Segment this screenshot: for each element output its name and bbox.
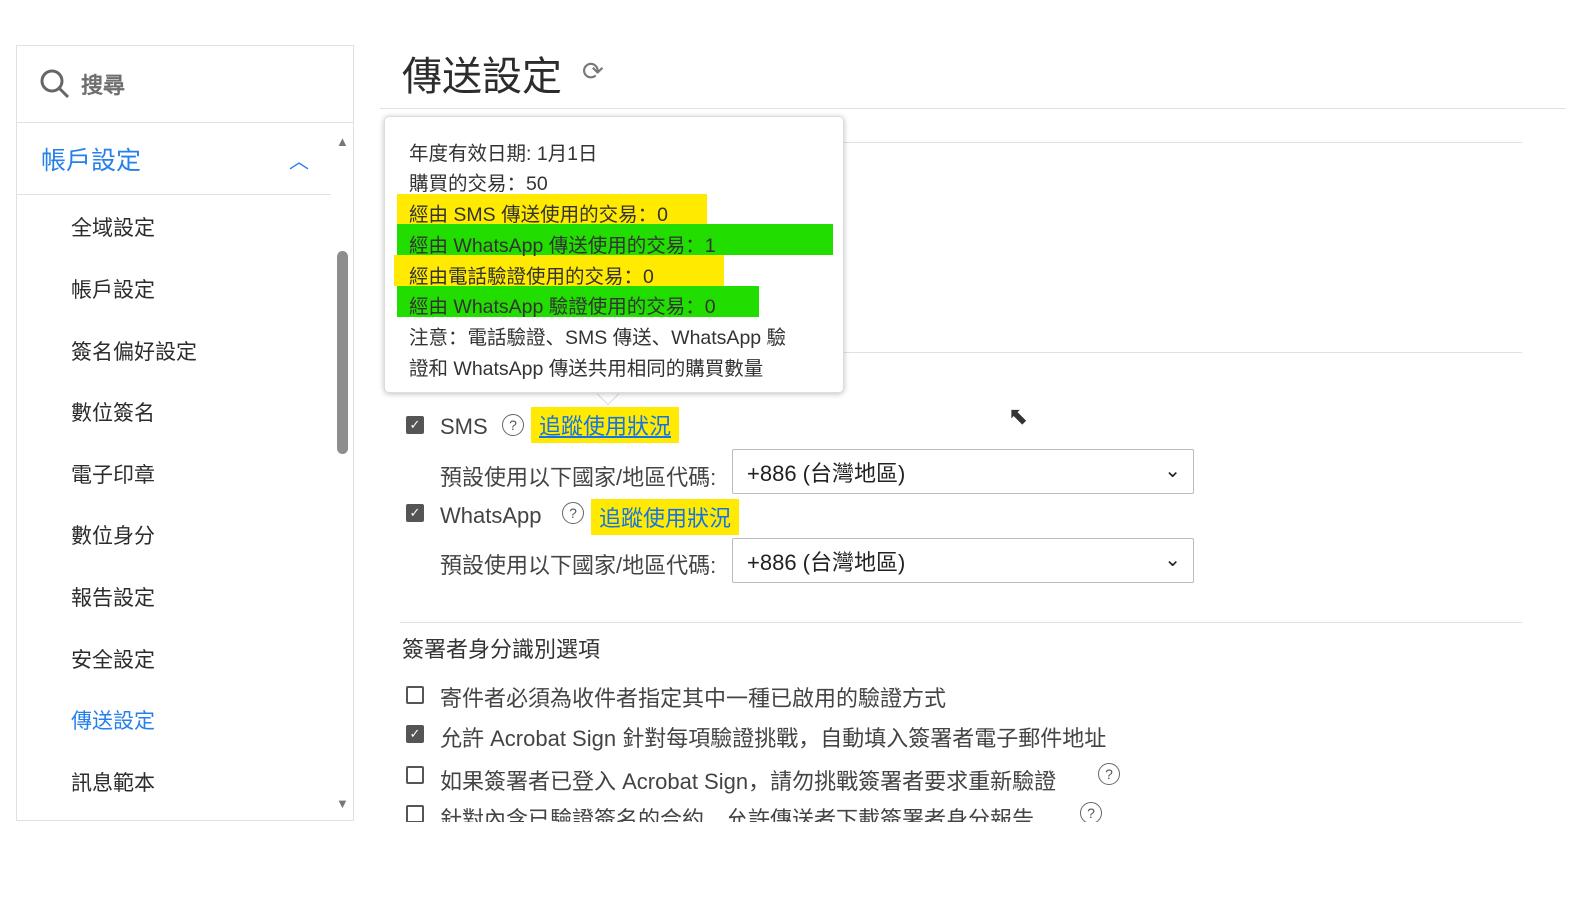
tooltip-line: 年度有效日期: 1月1日 bbox=[409, 143, 598, 165]
option-label: 如果簽署者已登入 Acrobat Sign，請勿挑戰簽署者要求重新驗證 bbox=[440, 769, 1057, 794]
option-checkbox[interactable]: ✓ bbox=[406, 725, 424, 743]
tooltip-line: 證和 WhatsApp 傳送共用相同的購買數量 bbox=[409, 358, 764, 380]
tooltip-line: 購買的交易：50 bbox=[409, 173, 548, 195]
help-icon[interactable]: ? bbox=[1098, 763, 1120, 785]
option-checkbox[interactable] bbox=[406, 686, 424, 704]
tooltip-line: 經由 WhatsApp 傳送使用的交易：1 bbox=[409, 235, 716, 257]
usage-tooltip: 年度有效日期: 1月1日 購買的交易：50 經由 SMS 傳送使用的交易：0 經… bbox=[384, 116, 844, 393]
option-label: 針對內含已驗證簽名的合約，允許傳送者下載簽署者身分報告 bbox=[440, 807, 1035, 822]
tooltip-line: 注意：電話驗證、SMS 傳送、WhatsApp 驗 bbox=[409, 327, 787, 349]
tooltip-line: 經由 SMS 傳送使用的交易：0 bbox=[409, 204, 668, 226]
tooltip-line: 經由 WhatsApp 驗證使用的交易：0 bbox=[409, 296, 716, 318]
tooltip-line: 經由電話驗證使用的交易：0 bbox=[409, 266, 654, 288]
option-checkbox[interactable] bbox=[406, 766, 424, 784]
option-label: 允許 Acrobat Sign 針對每項驗證挑戰，自動填入簽署者電子郵件地址 bbox=[440, 726, 1107, 751]
mouse-cursor-icon: ⬉ bbox=[1008, 403, 1029, 430]
help-icon[interactable]: ? bbox=[1080, 802, 1102, 822]
option-checkbox[interactable] bbox=[406, 805, 424, 822]
option-label: 寄件者必須為收件者指定其中一種已啟用的驗證方式 bbox=[440, 686, 947, 711]
